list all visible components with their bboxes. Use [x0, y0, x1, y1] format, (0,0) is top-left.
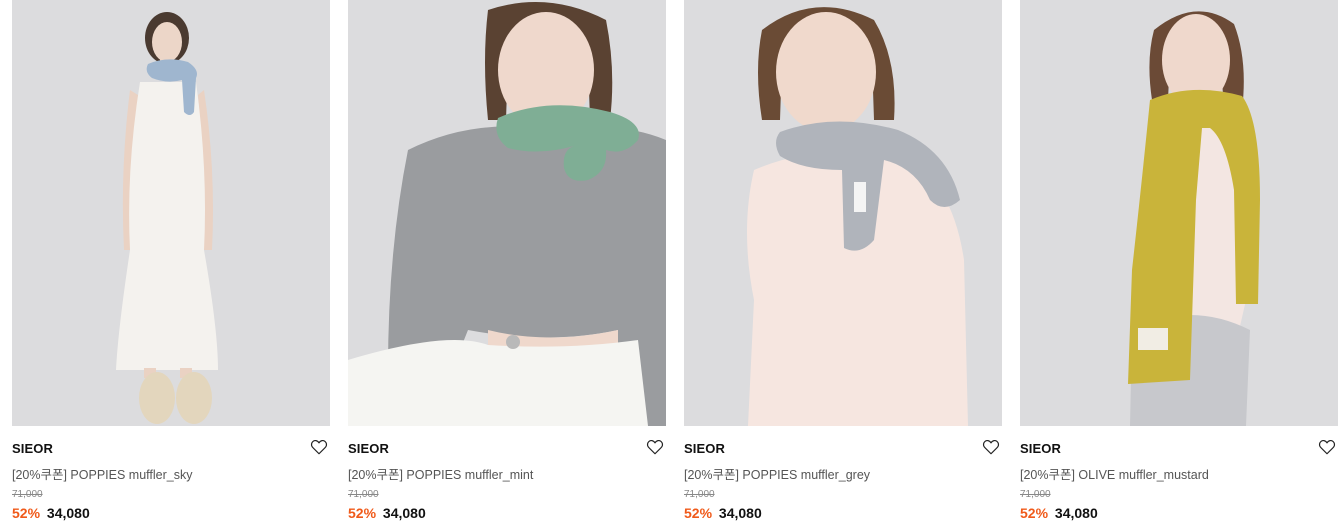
product-card[interactable]: SIEOR [20%쿠폰] OLIVE muffler_mustard 71,0… [1020, 0, 1338, 524]
original-price: 71,000 [12, 489, 43, 500]
brand-name[interactable]: SIEOR [684, 441, 725, 456]
sale-price: 34,080 [382, 505, 426, 521]
price-row: 52% 34,080 [348, 505, 426, 521]
brand-name[interactable]: SIEOR [12, 441, 53, 456]
original-price: 71,000 [684, 489, 715, 500]
product-name[interactable]: [20%쿠폰] POPPIES muffler_mint [348, 464, 533, 483]
sale-price: 34,080 [1054, 505, 1098, 521]
discount-rate: 52% [1020, 505, 1049, 521]
product-image[interactable] [348, 0, 666, 426]
discount-rate: 52% [348, 505, 377, 521]
product-name[interactable]: [20%쿠폰] POPPIES muffler_sky [12, 464, 192, 483]
product-card[interactable]: SIEOR [20%쿠폰] POPPIES muffler_mint 71,00… [348, 0, 666, 524]
product-card[interactable]: SIEOR [20%쿠폰] POPPIES muffler_grey 71,00… [684, 0, 1002, 524]
sale-price: 34,080 [46, 505, 90, 521]
sale-price: 34,080 [718, 505, 762, 521]
product-grid: SIEOR [20%쿠폰] POPPIES muffler_sky 71,000… [0, 0, 1342, 524]
heart-outline-icon[interactable] [646, 438, 664, 456]
price-row: 52% 34,080 [684, 505, 762, 521]
heart-outline-icon[interactable] [982, 438, 1000, 456]
discount-rate: 52% [12, 505, 41, 521]
discount-rate: 52% [684, 505, 713, 521]
product-image[interactable] [1020, 0, 1338, 426]
product-name[interactable]: [20%쿠폰] OLIVE muffler_mustard [1020, 464, 1209, 483]
product-card[interactable]: SIEOR [20%쿠폰] POPPIES muffler_sky 71,000… [12, 0, 330, 524]
original-price: 71,000 [348, 489, 379, 500]
original-price: 71,000 [1020, 489, 1051, 500]
heart-outline-icon[interactable] [310, 438, 328, 456]
heart-outline-icon[interactable] [1318, 438, 1336, 456]
product-image[interactable] [12, 0, 330, 426]
product-image[interactable] [684, 0, 1002, 426]
brand-name[interactable]: SIEOR [1020, 441, 1061, 456]
price-row: 52% 34,080 [12, 505, 90, 521]
brand-name[interactable]: SIEOR [348, 441, 389, 456]
price-row: 52% 34,080 [1020, 505, 1098, 521]
product-name[interactable]: [20%쿠폰] POPPIES muffler_grey [684, 464, 870, 483]
